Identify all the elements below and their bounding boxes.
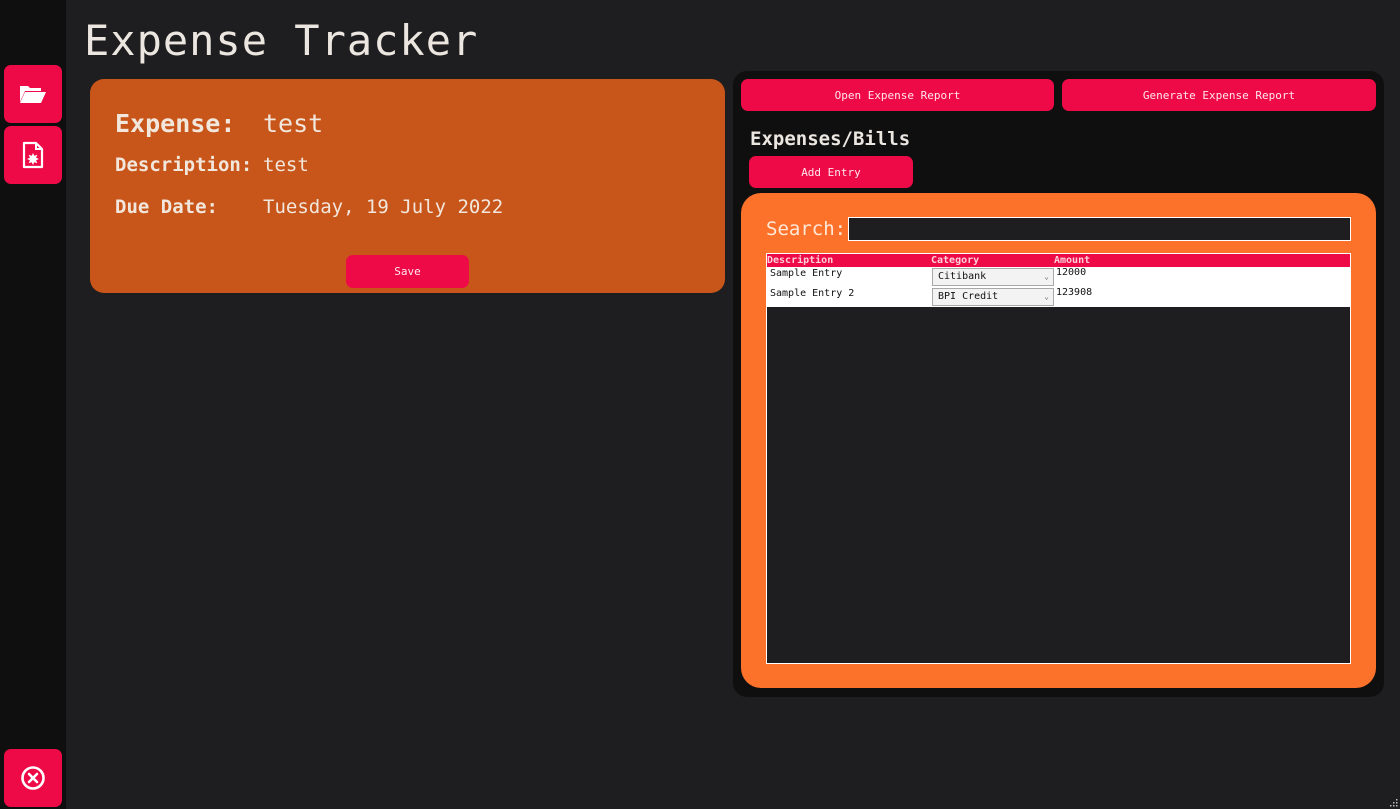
folder-open-icon bbox=[20, 86, 46, 103]
due-date-label: Due Date: bbox=[115, 196, 218, 218]
category-value: Citibank bbox=[938, 271, 987, 282]
description-row: Description: test bbox=[115, 154, 309, 176]
row-amount[interactable]: 12000 bbox=[1056, 267, 1086, 278]
category-select[interactable]: Citibank ⌄ bbox=[932, 268, 1054, 286]
search-label: Search: bbox=[766, 218, 847, 240]
save-button[interactable]: Save bbox=[346, 255, 469, 288]
row-description[interactable]: Sample Entry bbox=[770, 268, 842, 279]
add-entry-button[interactable]: Add Entry bbox=[749, 156, 913, 188]
open-expense-report-button[interactable]: Open Expense Report bbox=[741, 79, 1054, 111]
chevron-down-icon: ⌄ bbox=[1044, 272, 1049, 281]
close-circle-icon bbox=[21, 766, 45, 790]
generate-expense-report-button[interactable]: Generate Expense Report bbox=[1062, 79, 1376, 111]
new-expense-button[interactable] bbox=[4, 126, 62, 184]
expenses-table: Description Category Amount Sample Entry… bbox=[766, 253, 1351, 664]
search-input[interactable] bbox=[848, 217, 1351, 241]
due-date-row: Due Date: Tuesday, 19 July 2022 bbox=[115, 196, 503, 218]
column-header-amount[interactable]: Amount bbox=[1054, 254, 1090, 267]
app-window: Expense Tracker Expense: test Descriptio… bbox=[0, 0, 1400, 809]
expense-detail-card: Expense: test Description: test Due Date… bbox=[90, 79, 725, 293]
page-title: Expense Tracker bbox=[84, 16, 479, 65]
description-label: Description: bbox=[115, 154, 253, 176]
description-value: test bbox=[263, 154, 309, 176]
expense-row: Expense: test bbox=[115, 109, 323, 138]
category-select[interactable]: BPI Credit ⌄ bbox=[932, 288, 1054, 306]
row-amount[interactable]: 123908 bbox=[1056, 287, 1092, 298]
expenses-panel: Open Expense Report Generate Expense Rep… bbox=[733, 71, 1384, 697]
expense-label: Expense: bbox=[115, 109, 236, 138]
resize-grip-icon[interactable] bbox=[1388, 797, 1398, 807]
chevron-down-icon: ⌄ bbox=[1044, 292, 1049, 301]
table-row[interactable]: Sample Entry Citibank ⌄ 12000 bbox=[767, 267, 1350, 287]
column-header-category[interactable]: Category bbox=[931, 254, 979, 267]
new-file-icon bbox=[22, 141, 44, 169]
table-row[interactable]: Sample Entry 2 BPI Credit ⌄ 123908 bbox=[767, 287, 1350, 307]
close-app-button[interactable] bbox=[4, 749, 62, 807]
category-value: BPI Credit bbox=[938, 291, 999, 302]
due-date-value: Tuesday, 19 July 2022 bbox=[263, 196, 504, 218]
section-title: Expenses/Bills bbox=[750, 128, 911, 150]
expense-value: test bbox=[263, 109, 324, 138]
sidebar bbox=[0, 0, 66, 809]
row-description[interactable]: Sample Entry 2 bbox=[770, 288, 854, 299]
column-header-description[interactable]: Description bbox=[767, 254, 833, 267]
table-body: Sample Entry Citibank ⌄ 12000 Sample Ent… bbox=[767, 267, 1350, 307]
table-header: Description Category Amount bbox=[767, 254, 1350, 267]
open-folder-button[interactable] bbox=[4, 65, 62, 123]
expenses-list-container: Search: Description Category Amount Samp… bbox=[741, 193, 1376, 688]
